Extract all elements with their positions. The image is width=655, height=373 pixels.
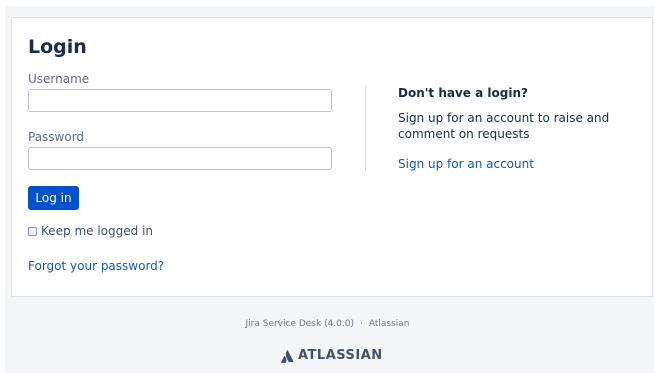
signup-heading: Don't have a login? [398,86,528,100]
password-field[interactable] [28,147,332,170]
password-label: Password [28,130,85,144]
atlassian-logo-icon [281,349,294,363]
product-version-link[interactable]: Jira Service Desk (4.0.0) [245,319,354,329]
column-divider [365,86,366,171]
footer-separator: · [360,319,363,329]
signup-link[interactable]: Sign up for an account [398,157,534,171]
brand-wordmark: ATLASSIAN [298,348,383,363]
vendor-link[interactable]: Atlassian [369,319,410,329]
footer-meta: Jira Service Desk (4.0.0) · Atlassian [0,318,655,330]
username-label: Username [28,72,90,86]
remember-me-checkbox[interactable] [28,226,37,236]
remember-me-label[interactable]: Keep me logged in [41,224,153,238]
forgot-password-link[interactable]: Forgot your password? [28,259,164,273]
username-field[interactable] [28,89,332,112]
login-button[interactable]: Log in [28,186,79,210]
page-title: Login [28,36,87,58]
remember-me-row[interactable]: Keep me logged in [28,224,153,238]
signup-description: Sign up for an account to raise and comm… [398,111,610,141]
login-card: Login Username Password Log in Keep me l… [11,17,653,297]
brand-logo[interactable]: ATLASSIAN [281,348,383,364]
